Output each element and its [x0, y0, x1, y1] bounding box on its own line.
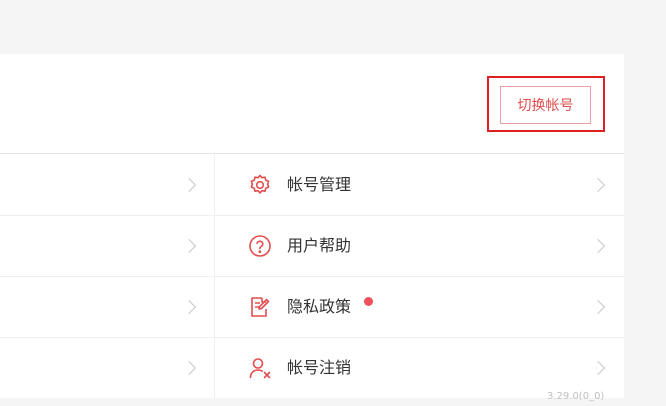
chevron-right-icon: [181, 177, 197, 193]
menu-item-label: 帐号管理: [287, 175, 352, 194]
chevron-right-icon: [181, 238, 197, 254]
account-header: 切换帐号: [0, 54, 624, 154]
menu-row: 隐私政策: [0, 277, 624, 338]
gear-icon: [250, 174, 270, 194]
user-remove-icon: [249, 358, 271, 379]
left-menu-item[interactable]: [0, 338, 215, 398]
menu-item-label: 用户帮助: [287, 236, 352, 255]
top-bar: [0, 0, 666, 54]
menu-item-account-management[interactable]: 帐号管理: [216, 155, 624, 215]
account-card: 切换帐号 帐号管理 用户帮助 隐私政策 帐号注销: [0, 54, 624, 398]
left-menu-item[interactable]: [0, 277, 215, 337]
menu-item-label: 帐号注销: [287, 358, 352, 377]
switch-account-button[interactable]: 切换帐号: [500, 86, 591, 124]
chevron-right-icon: [590, 177, 606, 193]
settings-menu: 帐号管理 用户帮助 隐私政策 帐号注销: [0, 155, 624, 398]
chevron-right-icon: [181, 360, 197, 376]
help-icon: [249, 235, 271, 257]
privacy-document-icon: [251, 297, 270, 317]
left-menu-item[interactable]: [0, 155, 215, 215]
chevron-right-icon: [181, 299, 197, 315]
chevron-right-icon: [590, 360, 606, 376]
menu-item-privacy-policy[interactable]: 隐私政策: [216, 277, 624, 337]
menu-item-account-cancellation[interactable]: 帐号注销: [216, 338, 624, 398]
menu-item-label: 隐私政策: [287, 297, 352, 316]
menu-item-user-help[interactable]: 用户帮助: [216, 216, 624, 276]
menu-row: 帐号注销: [0, 338, 624, 399]
chevron-right-icon: [590, 299, 606, 315]
chevron-right-icon: [590, 238, 606, 254]
version-label: 3.29.0(0_0): [547, 391, 605, 402]
menu-row: 用户帮助: [0, 216, 624, 277]
menu-row: 帐号管理: [0, 155, 624, 216]
notification-dot: [364, 297, 373, 306]
left-menu-item[interactable]: [0, 216, 215, 276]
